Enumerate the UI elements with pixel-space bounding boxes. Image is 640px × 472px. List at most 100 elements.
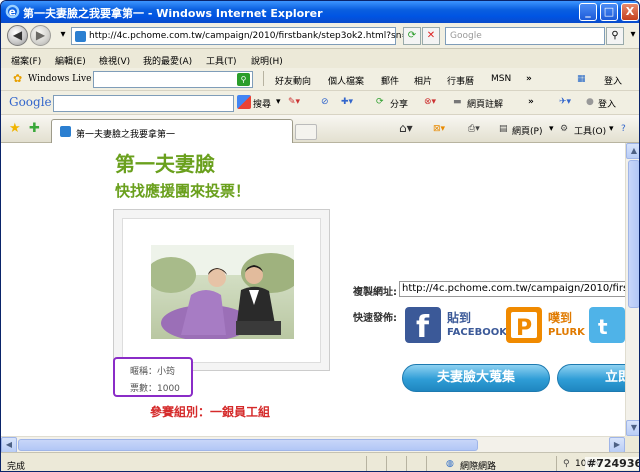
windows-live-search-input[interactable]: ⚲ xyxy=(93,71,253,88)
windows-live-toolbar: ✿ Windows Live ⚲ 好友動向 個人檔案 郵件 相片 行事曆 MSN… xyxy=(1,68,639,91)
live-search-icon[interactable]: ⚲ xyxy=(237,73,250,86)
page-icon: ▤ xyxy=(499,124,508,134)
google-search-dropdown[interactable]: ▾ xyxy=(276,97,281,107)
search-button[interactable]: ⚲ xyxy=(606,27,624,45)
menu-tools[interactable]: 工具(T) xyxy=(206,54,237,67)
scrollbar-corner xyxy=(625,436,639,452)
entry-card-inner xyxy=(122,218,321,363)
google-wrench-icon[interactable]: ✈▾ xyxy=(559,97,571,107)
home-icon[interactable]: ⌂▾ xyxy=(399,121,413,135)
menu-help[interactable]: 說明(H) xyxy=(251,54,283,67)
menu-file[interactable]: 檔案(F) xyxy=(11,54,41,67)
vertical-scroll-thumb[interactable] xyxy=(628,160,639,308)
watermark-text: #724936 xyxy=(585,457,639,470)
google-account-icon: ● xyxy=(586,97,594,107)
internet-zone-icon: ◍ xyxy=(446,459,454,469)
google-compass-icon[interactable]: ⊘ xyxy=(321,97,329,107)
vote-now-button[interactable]: 立即投票 xyxy=(557,364,625,392)
status-text: 完成 xyxy=(7,462,26,472)
minimize-button[interactable]: _ xyxy=(579,3,597,21)
maximize-button[interactable]: □ xyxy=(600,3,618,21)
zone-text: 網際網路 xyxy=(460,462,497,472)
forward-arrow-icon: ▶ xyxy=(35,28,46,42)
tools-menu-dropdown[interactable]: ▾ xyxy=(609,124,614,134)
wl-login[interactable]: 登入 xyxy=(604,74,622,87)
url-field[interactable]: http://4c.pchome.com.tw/campaign/2010/fi… xyxy=(71,27,420,45)
google-more-icon[interactable]: » xyxy=(528,97,534,107)
votes-text: 票數：1000 xyxy=(130,384,180,394)
google-login[interactable]: 登入 xyxy=(598,97,616,110)
google-share-button[interactable]: 分享 xyxy=(390,97,408,110)
google-bookmark-icon[interactable]: ✎▾ xyxy=(288,97,300,107)
google-block-icon[interactable]: ⊗▾ xyxy=(424,97,436,107)
zoom-icon[interactable]: ⚲ xyxy=(563,459,570,469)
scroll-left-icon[interactable]: ◀ xyxy=(1,437,17,453)
google-search-input[interactable] xyxy=(53,95,234,112)
feeds-icon[interactable]: ⊠▾ xyxy=(433,124,445,134)
new-tab-button[interactable] xyxy=(295,124,317,140)
search-options-dropdown[interactable]: ▾ xyxy=(624,27,639,45)
wl-item-friends[interactable]: 好友動向 xyxy=(275,74,311,87)
print-icon[interactable]: ⎙▾ xyxy=(468,124,480,134)
help-icon[interactable]: ? xyxy=(621,124,626,134)
url-text: http://4c.pchome.com.tw/campaign/2010/fi… xyxy=(89,31,421,41)
wl-item-mail[interactable]: 郵件 xyxy=(381,74,399,87)
wl-item-msn[interactable]: MSN xyxy=(491,74,511,84)
group-text: 參賽組別：一銀員工組 xyxy=(150,405,271,419)
page-menu[interactable]: 網頁(P) xyxy=(512,124,542,137)
notes-icon: ▬ xyxy=(453,97,462,107)
facebook-line1: 貼到 xyxy=(447,311,472,325)
ie-logo-icon: e xyxy=(5,4,20,19)
wl-item-calendar[interactable]: 行事曆 xyxy=(447,74,474,87)
google-notes-button[interactable]: 網頁註解 xyxy=(467,97,503,110)
google-plus-icon[interactable]: ✚▾ xyxy=(341,97,353,107)
tools-menu[interactable]: 工具(O) xyxy=(574,124,606,137)
vertical-scrollbar[interactable]: ▲ ▼ xyxy=(625,143,639,436)
quick-share-label: 快速發佈: xyxy=(353,313,397,324)
page-subheading: 快找應援團來投票！ xyxy=(115,182,251,200)
scroll-right-icon[interactable]: ▶ xyxy=(609,437,625,453)
title-bar: e 第一夫妻臉之我要拿第一 - Windows Internet Explore… xyxy=(1,1,639,23)
wl-more-icon[interactable]: » xyxy=(526,74,532,84)
tab-active[interactable]: 第一夫妻臉之我要拿第一 xyxy=(51,119,293,143)
back-arrow-icon: ◀ xyxy=(12,28,23,42)
forward-button[interactable]: ▶ xyxy=(30,25,51,46)
stop-button[interactable]: ✕ xyxy=(422,27,440,45)
scroll-down-icon[interactable]: ▼ xyxy=(626,420,639,436)
tools-gear-icon: ⚙ xyxy=(560,124,569,134)
twitter-icon: t xyxy=(589,307,625,343)
google-toolbar: Google 搜尋 ▾ ✎▾ ⊘ ✚▾ ⟳ 分享 ⊗▾ ▬ 網頁註解 » ✈▾ … xyxy=(1,91,639,115)
menu-edit[interactable]: 編輯(E) xyxy=(55,54,86,67)
menu-bar: 檔案(F) 編輯(E) 檢視(V) 我的最愛(A) 工具(T) 說明(H) xyxy=(1,50,639,68)
history-dropdown[interactable]: ▾ xyxy=(54,27,72,45)
copy-url-label: 複製網址: xyxy=(353,287,397,298)
back-button[interactable]: ◀ xyxy=(7,25,28,46)
facebook-icon: f xyxy=(405,307,441,345)
refresh-icon: ⟳ xyxy=(407,30,417,41)
copy-url-field[interactable]: http://4c.pchome.com.tw/campaign/2010/fi… xyxy=(399,281,625,297)
favorites-star-icon[interactable]: ★ xyxy=(9,121,21,136)
svg-text:f: f xyxy=(416,310,430,343)
scroll-up-icon[interactable]: ▲ xyxy=(626,143,639,159)
couple-photo xyxy=(151,245,294,339)
refresh-button[interactable]: ⟳ xyxy=(403,27,421,45)
menu-view[interactable]: 檢視(V) xyxy=(99,54,130,67)
wl-item-photos[interactable]: 相片 xyxy=(414,74,432,87)
svg-text:t: t xyxy=(598,315,608,339)
search-input[interactable]: Google xyxy=(445,27,605,45)
horizontal-scrollbar[interactable]: ◀ ▶ xyxy=(1,436,625,453)
google-search-button[interactable]: 搜尋 xyxy=(253,97,271,110)
page-menu-dropdown[interactable]: ▾ xyxy=(549,124,554,134)
page-favicon-icon xyxy=(75,31,86,42)
tab-favicon-icon xyxy=(60,126,71,137)
wl-options-icon[interactable]: ▦ xyxy=(577,74,586,84)
gallery-button[interactable]: 夫妻臉大蒐集 xyxy=(402,364,550,392)
svg-text:e: e xyxy=(9,6,16,18)
windows-live-brand: Windows Live xyxy=(28,74,92,84)
horizontal-scroll-thumb[interactable] xyxy=(18,439,478,451)
wl-item-profile[interactable]: 個人檔案 xyxy=(328,74,364,87)
close-button[interactable]: X xyxy=(621,3,639,21)
menu-favorites[interactable]: 我的最愛(A) xyxy=(143,54,192,67)
add-favorites-icon[interactable]: ✚ xyxy=(29,121,40,136)
windows-live-icon: ✿ xyxy=(13,72,23,85)
